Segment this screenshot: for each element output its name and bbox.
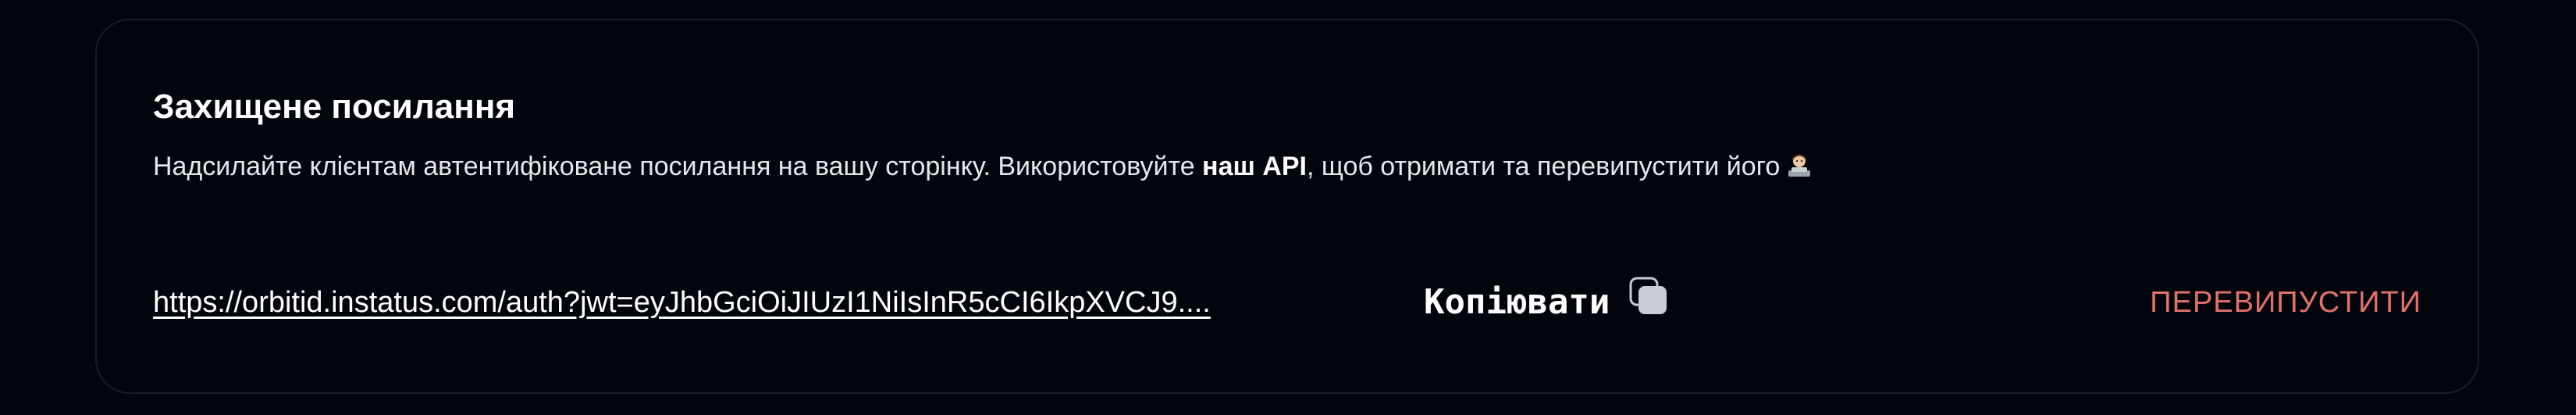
authenticated-link[interactable]: https://orbitid.instatus.com/auth?jwt=ey… bbox=[153, 286, 1211, 320]
section-title: Захищене посилання bbox=[153, 88, 516, 126]
copy-button[interactable]: Копіювати bbox=[1418, 270, 1675, 333]
secure-link-card: Захищене посилання Надсилайте клієнтам а… bbox=[95, 19, 2479, 394]
copy-icon bbox=[1628, 276, 1669, 317]
copy-button-label: Копіювати bbox=[1424, 281, 1610, 322]
reissue-button[interactable]: ПЕРЕВИПУСТИТИ bbox=[2150, 286, 2421, 320]
auth-link-row: https://orbitid.instatus.com/auth?jwt=ey… bbox=[153, 270, 2421, 333]
technologist-emoji-icon bbox=[1786, 152, 1813, 178]
description-text-end: , щоб отримати та перевипустити його bbox=[1306, 152, 1781, 181]
description-text: Надсилайте клієнтам автентифіковане поси… bbox=[153, 152, 1203, 181]
section-description: Надсилайте клієнтам автентифіковане поси… bbox=[153, 152, 1813, 182]
api-link[interactable]: наш API bbox=[1202, 152, 1307, 181]
